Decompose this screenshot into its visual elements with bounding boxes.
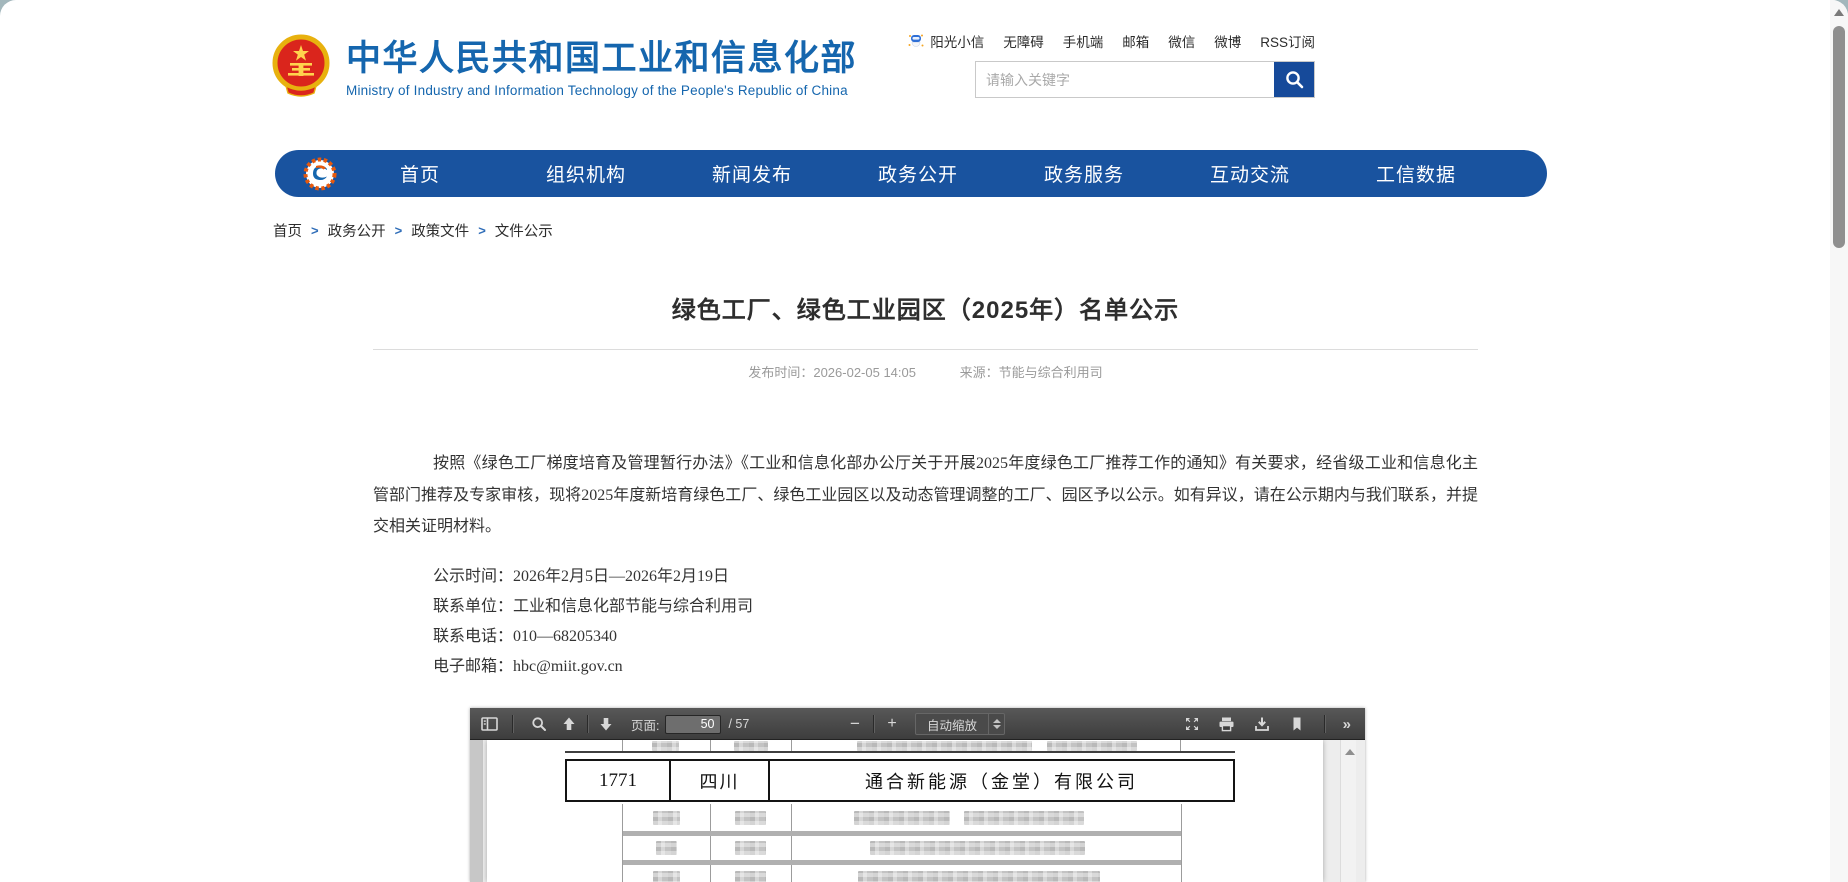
redacted-table-rows bbox=[622, 804, 1182, 882]
pdf-page-margin bbox=[470, 740, 483, 882]
row-province-cell: 四川 bbox=[671, 761, 770, 800]
more-tools-button[interactable]: » bbox=[1339, 716, 1355, 733]
toolbar-separator bbox=[587, 715, 588, 733]
browser-scrollbar[interactable] bbox=[1830, 0, 1848, 882]
zoom-out-button[interactable]: − bbox=[842, 711, 868, 737]
table-row-1771: 1771 四川 通合新能源（金堂）有限公司 bbox=[565, 759, 1235, 802]
page-title: 绿色工厂、绿色工业园区（2025年）名单公示 bbox=[373, 290, 1478, 325]
table-section-border bbox=[565, 751, 1235, 753]
page-number-input[interactable] bbox=[665, 715, 721, 734]
scrollbar-thumb[interactable] bbox=[1833, 26, 1845, 248]
pdf-scroll-up-icon[interactable] bbox=[1345, 749, 1355, 755]
pdf-scrollbar[interactable] bbox=[1340, 740, 1356, 882]
sidebar-toggle-button[interactable] bbox=[476, 711, 502, 737]
toolbar-separator bbox=[1324, 715, 1325, 733]
find-button[interactable] bbox=[526, 711, 552, 737]
article-meta: 发布时间：2026-02-05 14:05 来源：节能与综合利用司 bbox=[373, 362, 1478, 381]
page-label: 页面: bbox=[631, 715, 659, 734]
next-page-button[interactable] bbox=[593, 711, 619, 737]
redacted-row bbox=[623, 865, 1181, 882]
contact-email: 电子邮箱：hbc@miit.gov.cn bbox=[433, 652, 753, 682]
redacted-row bbox=[623, 804, 1181, 831]
browser-page: 阳光小信 无障碍 手机端 邮箱 微信 微博 RSS订阅 bbox=[0, 0, 1848, 882]
publicity-period: 公示时间：2026年2月5日—2026年2月19日 bbox=[433, 562, 753, 592]
zoom-scale-value: 自动缩放 bbox=[916, 715, 988, 734]
toolbar-separator bbox=[873, 715, 874, 733]
article-paragraph: 按照《绿色工厂梯度培育及管理暂行办法》《工业和信息化部办公厅关于开展2025年度… bbox=[373, 448, 1478, 543]
pdf-toolbar-zoom: − + 自动缩放 bbox=[842, 708, 1005, 740]
miit-spiral-icon bbox=[303, 157, 337, 191]
publish-time: 发布时间：2026-02-05 14:05 bbox=[748, 365, 916, 380]
presentation-mode-button[interactable] bbox=[1179, 711, 1205, 737]
row-number-cell: 1771 bbox=[567, 761, 671, 800]
bookmark-button[interactable] bbox=[1284, 711, 1310, 737]
contact-phone: 联系电话：010—68205340 bbox=[433, 622, 753, 652]
pdf-viewer: 页面: / 57 − + 自动缩放 bbox=[470, 708, 1365, 882]
pdf-toolbar-left: 页面: / 57 bbox=[476, 708, 749, 740]
contact-info: 公示时间：2026年2月5日—2026年2月19日 联系单位：工业和信息化部节能… bbox=[433, 562, 753, 682]
scroll-up-icon[interactable] bbox=[1834, 9, 1844, 16]
source: 来源：节能与综合利用司 bbox=[960, 365, 1103, 380]
zoom-scale-select[interactable]: 自动缩放 bbox=[915, 713, 1005, 735]
pdf-page-area: 1771 四川 通合新能源（金堂）有限公司 bbox=[470, 740, 1365, 882]
download-button[interactable] bbox=[1249, 711, 1275, 737]
breadcrumb-home[interactable]: 首页 bbox=[273, 220, 302, 241]
pdf-page: 1771 四川 通合新能源（金堂）有限公司 bbox=[487, 740, 1323, 882]
contact-unit: 联系单位：工业和信息化部节能与综合利用司 bbox=[433, 592, 753, 622]
redacted-row-partial bbox=[622, 740, 1182, 751]
breadcrumb-separator: > bbox=[311, 223, 319, 238]
select-arrows-icon bbox=[988, 714, 1004, 734]
redacted-row bbox=[623, 836, 1181, 860]
pdf-toolbar-right: » bbox=[1179, 708, 1355, 740]
print-button[interactable] bbox=[1214, 711, 1240, 737]
page-total: / 57 bbox=[728, 717, 749, 731]
toolbar-separator bbox=[512, 715, 513, 733]
row-company-cell: 通合新能源（金堂）有限公司 bbox=[770, 761, 1233, 800]
national-emblem-icon bbox=[272, 33, 330, 99]
pdf-toolbar: 页面: / 57 − + 自动缩放 bbox=[470, 708, 1365, 740]
previous-page-button[interactable] bbox=[556, 711, 582, 737]
zoom-in-button[interactable]: + bbox=[879, 711, 905, 737]
title-divider bbox=[373, 349, 1478, 350]
